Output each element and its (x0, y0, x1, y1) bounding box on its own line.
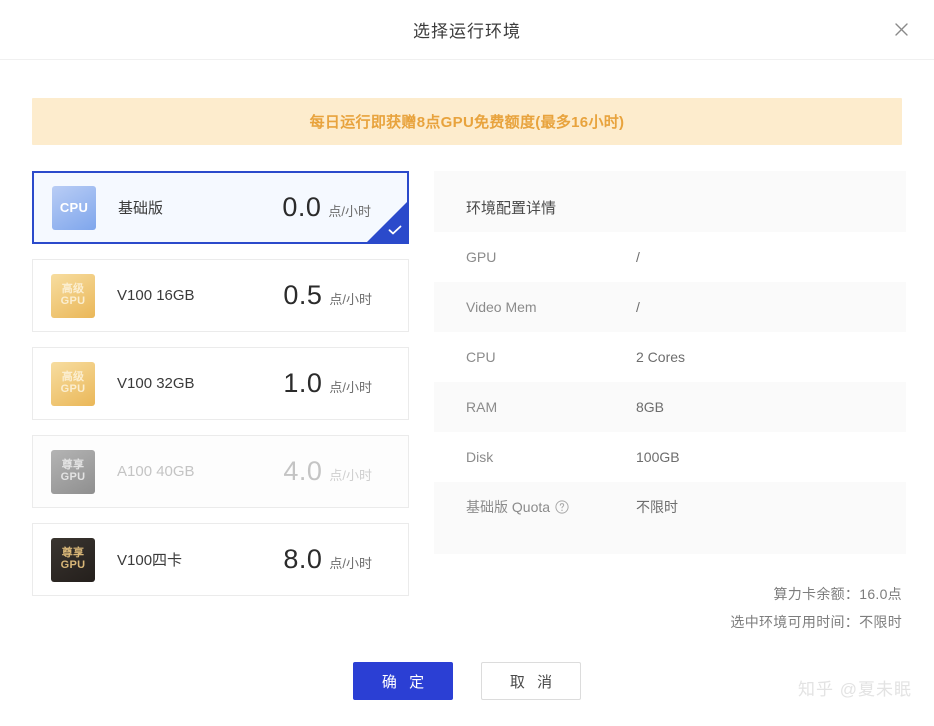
dialog-header: 选择运行环境 (0, 0, 934, 60)
option-name: V100 16GB (117, 287, 195, 304)
dialog-body: 每日运行即获赠8点GPU免费额度(最多16小时) CPU 基础版 0.0 点/小… (0, 60, 934, 636)
badge-line-2: GPU (60, 382, 86, 395)
badge-line-1: CPU (59, 199, 89, 215)
option-name: 基础版 (118, 200, 164, 217)
promo-banner-text: 每日运行即获赠8点GPU免费额度(最多16小时) (309, 114, 625, 131)
option-name: V100 32GB (117, 375, 195, 392)
details-title: 环境配置详情 (466, 200, 557, 217)
badge-line-2: GPU (60, 294, 86, 307)
price-value: 0.5 (283, 280, 323, 310)
select-runtime-environment-dialog: 选择运行环境 每日运行即获赠8点GPU免费额度(最多16小时) CPU 基础版 (0, 0, 934, 712)
badge-line-1: 高级 (61, 370, 85, 383)
price-value: 4.0 (283, 456, 323, 486)
price-unit: 点/小时 (329, 380, 372, 395)
option-price: 1.0 点/小时 (283, 368, 390, 399)
compute-balance-text: 算力卡余额：16.0点 (773, 586, 902, 602)
price-unit: 点/小时 (328, 204, 371, 219)
detail-row-quota: 基础版 Quota 不限时 (434, 482, 906, 532)
detail-value: 不限时 (636, 499, 678, 515)
available-time-text: 选中环境可用时间：不限时 (730, 614, 902, 630)
option-card-v100-32gb[interactable]: 高级 GPU V100 32GB 1.0 点/小时 (32, 347, 409, 420)
price-unit: 点/小时 (329, 468, 372, 483)
price-value: 8.0 (283, 544, 323, 574)
detail-row-disk: Disk 100GB (434, 432, 906, 482)
detail-label: GPU (466, 249, 497, 265)
dialog-footer: 确 定 取 消 知乎 @夏未眠 (0, 636, 934, 726)
price-unit: 点/小时 (329, 556, 372, 571)
confirm-button[interactable]: 确 定 (353, 662, 453, 700)
badge-line-1: 高级 (61, 282, 85, 295)
detail-row-cpu: CPU 2 Cores (434, 332, 906, 382)
price-unit: 点/小时 (329, 292, 372, 307)
badge-advanced-gpu-icon: 高级 GPU (51, 273, 95, 318)
badge-exclusive-gpu-icon: 尊享 GPU (51, 449, 95, 494)
page-title: 选择运行环境 (413, 22, 521, 41)
option-price: 8.0 点/小时 (283, 544, 390, 575)
detail-value: 2 Cores (636, 349, 686, 365)
option-name: A100 40GB (117, 463, 195, 480)
option-name: V100四卡 (117, 552, 183, 569)
detail-value: / (636, 249, 640, 265)
option-price: 4.0 点/小时 (283, 456, 390, 487)
option-card-v100-16gb[interactable]: 高级 GPU V100 16GB 0.5 点/小时 (32, 259, 409, 332)
cancel-button[interactable]: 取 消 (481, 662, 581, 700)
badge-line-1: 尊享 (61, 458, 85, 471)
question-circle-icon[interactable] (555, 500, 569, 514)
price-value: 1.0 (283, 368, 323, 398)
option-card-a100-40gb: 尊享 GPU A100 40GB 4.0 点/小时 (32, 435, 409, 508)
option-price: 0.5 点/小时 (283, 280, 390, 311)
detail-value: 100GB (636, 449, 680, 465)
detail-row-gpu: GPU / (434, 232, 906, 282)
content-row: CPU 基础版 0.0 点/小时 高级 GPU V100 16GB 0.5 点/… (32, 171, 906, 636)
summary-block: 算力卡余额：16.0点 选中环境可用时间：不限时 (434, 580, 906, 636)
detail-label: Disk (466, 449, 494, 465)
environment-option-list: CPU 基础版 0.0 点/小时 高级 GPU V100 16GB 0.5 点/… (32, 171, 409, 636)
badge-line-2: GPU (60, 470, 86, 483)
detail-label: 基础版 Quota (466, 499, 551, 515)
detail-label: RAM (466, 399, 498, 415)
badge-advanced-gpu-icon: 高级 GPU (51, 361, 95, 406)
option-card-v100-quad[interactable]: 尊享 GPU V100四卡 8.0 点/小时 (32, 523, 409, 596)
price-value: 0.0 (282, 192, 322, 222)
badge-exclusive-gpu-icon: 尊享 GPU (51, 537, 95, 582)
details-column: 环境配置详情 GPU / Video Mem / CPU 2 Cores RAM… (434, 171, 906, 636)
detail-row-ram: RAM 8GB (434, 382, 906, 432)
watermark: 知乎 @夏未眠 (798, 680, 912, 699)
detail-value: / (636, 299, 640, 315)
detail-label-group: 基础版 Quota (466, 497, 636, 517)
selected-corner-marker (367, 202, 407, 242)
detail-label: CPU (466, 349, 496, 365)
close-icon[interactable] (886, 15, 916, 45)
detail-row-video-mem: Video Mem / (434, 282, 906, 332)
promo-banner: 每日运行即获赠8点GPU免费额度(最多16小时) (32, 98, 902, 145)
badge-line-2: GPU (60, 558, 86, 571)
environment-details-panel: 环境配置详情 GPU / Video Mem / CPU 2 Cores RAM… (434, 171, 906, 554)
option-card-basic[interactable]: CPU 基础版 0.0 点/小时 (32, 171, 409, 244)
detail-label: Video Mem (466, 299, 537, 315)
badge-cpu-icon: CPU (52, 185, 96, 230)
badge-line-1: 尊享 (61, 546, 85, 559)
detail-value: 8GB (636, 399, 665, 415)
